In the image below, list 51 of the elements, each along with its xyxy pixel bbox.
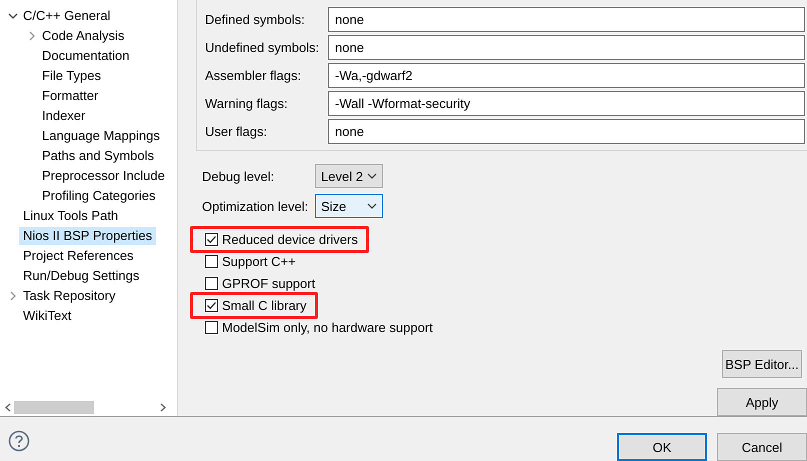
dropdown[interactable]: Level 2 [315, 164, 383, 188]
tree-item[interactable]: Linux Tools Path [19, 207, 122, 225]
checkbox[interactable] [205, 276, 218, 290]
field-label: Defined symbols: [205, 12, 306, 27]
checkbox[interactable] [205, 254, 218, 268]
field-label: Warning flags: [205, 96, 289, 111]
input-field[interactable]: -Wall -Wformat-security [328, 91, 805, 116]
tree-item[interactable]: Run/Debug Settings [19, 267, 144, 285]
tree-item[interactable]: Nios II BSP Properties [19, 227, 156, 245]
field-label: Undefined symbols: [205, 40, 320, 55]
chevron-down-icon[interactable] [8, 11, 18, 21]
tree-item[interactable]: Profiling Categories [38, 187, 160, 205]
field-label: Assembler flags: [205, 68, 302, 83]
scroll-right-icon[interactable] [160, 403, 167, 412]
tree-item[interactable]: Language Mappings [38, 127, 164, 145]
checkbox-label[interactable]: GPROF support [222, 276, 316, 290]
dropdown[interactable]: Size [315, 194, 383, 218]
tree-item[interactable]: Task Repository [19, 287, 120, 305]
tree-item[interactable]: Preprocessor Include [38, 167, 169, 185]
help-icon[interactable] [8, 430, 30, 452]
tree-item[interactable]: File Types [38, 67, 106, 85]
apply-button[interactable]: Apply [717, 388, 807, 416]
cancel-button[interactable]: Cancel [717, 433, 807, 461]
chevron-right-icon[interactable] [27, 31, 37, 41]
input-field[interactable]: none [328, 7, 805, 32]
bsp-editor-button[interactable]: BSP Editor... [722, 350, 802, 378]
tree-item[interactable]: Indexer [38, 107, 90, 125]
checkbox[interactable] [205, 298, 218, 312]
checkbox-label[interactable]: Support C++ [222, 254, 296, 268]
checkbox[interactable] [205, 232, 218, 246]
tree-item[interactable]: Documentation [38, 47, 134, 65]
tree-item[interactable]: Code Analysis [38, 27, 128, 45]
field-label: Debug level: [202, 168, 274, 184]
chevron-down-icon [367, 203, 377, 209]
field-label: Optimization level: [202, 198, 308, 214]
checkbox-label[interactable]: ModelSim only, no hardware support [222, 320, 433, 334]
ok-button[interactable]: OK [617, 433, 707, 461]
tree-item[interactable]: Paths and Symbols [38, 147, 158, 165]
tree-item[interactable]: C/C++ General [19, 7, 114, 25]
input-field[interactable]: none [328, 35, 805, 60]
tree-item[interactable]: Project References [19, 247, 138, 265]
scroll-left-icon[interactable] [4, 403, 11, 412]
scroll-thumb[interactable] [14, 401, 94, 414]
input-field[interactable]: none [328, 119, 805, 144]
tree-item[interactable]: Formatter [38, 87, 102, 105]
tree-item[interactable]: WikiText [19, 307, 76, 325]
chevron-down-icon [367, 173, 377, 179]
checkbox[interactable] [205, 320, 218, 334]
input-field[interactable]: -Wa,-gdwarf2 [328, 63, 805, 88]
chevron-right-icon[interactable] [8, 291, 18, 301]
field-label: User flags: [205, 124, 268, 139]
